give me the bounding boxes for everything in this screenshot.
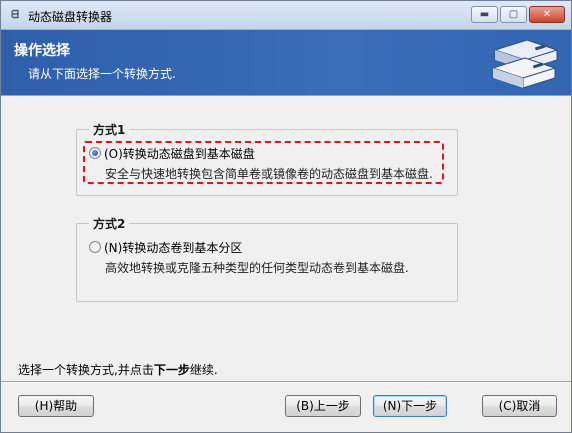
close-button[interactable]: ✕ bbox=[529, 6, 565, 23]
page-title: 操作选择 bbox=[14, 43, 70, 59]
disk-drives-icon bbox=[492, 39, 558, 89]
option-2-label[interactable]: (N)转换动态卷到基本分区 bbox=[104, 239, 242, 256]
focus-outline bbox=[83, 141, 444, 184]
window-title: 动态磁盘转换器 bbox=[28, 10, 113, 24]
instruction-suffix: 继续. bbox=[189, 363, 218, 377]
app-icon: ᗺ bbox=[11, 8, 19, 21]
next-button[interactable]: (N)下一步 bbox=[373, 395, 447, 417]
instruction-text: 选择一个转换方式,并点击下一步继续. bbox=[18, 361, 218, 378]
header-banner: 操作选择 请从下面选择一个转换方式. bbox=[1, 30, 571, 95]
back-button[interactable]: (B)上一步 bbox=[285, 395, 361, 417]
minimize-icon: ▬ bbox=[479, 9, 490, 20]
title-bar[interactable]: ᗺ 动态磁盘转换器 ▬ ▢ ✕ bbox=[1, 1, 571, 30]
instruction-prefix: 选择一个转换方式,并点击 bbox=[18, 363, 154, 377]
page-subtitle: 请从下面选择一个转换方式. bbox=[28, 67, 176, 81]
close-icon: ✕ bbox=[542, 9, 552, 20]
help-button[interactable]: (H)帮助 bbox=[18, 395, 94, 417]
instruction-next: 下一步 bbox=[153, 363, 190, 377]
dialog-window: ᗺ 动态磁盘转换器 ▬ ▢ ✕ 操作选择 请从下面选择一个转换方式. 方式1 (… bbox=[0, 0, 572, 433]
option-group-1-label: 方式1 bbox=[89, 121, 130, 138]
option-2-radio[interactable] bbox=[89, 241, 101, 253]
option-group-2-label: 方式2 bbox=[89, 215, 130, 232]
minimize-button[interactable]: ▬ bbox=[471, 6, 498, 23]
maximize-icon: ▢ bbox=[508, 9, 519, 20]
footer-divider-highlight bbox=[1, 382, 571, 383]
header-divider bbox=[1, 95, 571, 96]
maximize-button[interactable]: ▢ bbox=[500, 6, 527, 23]
cancel-button[interactable]: (C)取消 bbox=[482, 395, 557, 417]
option-2-description: 高效地转换或克隆五种类型的任何类型动态卷到基本磁盘. bbox=[105, 261, 409, 275]
